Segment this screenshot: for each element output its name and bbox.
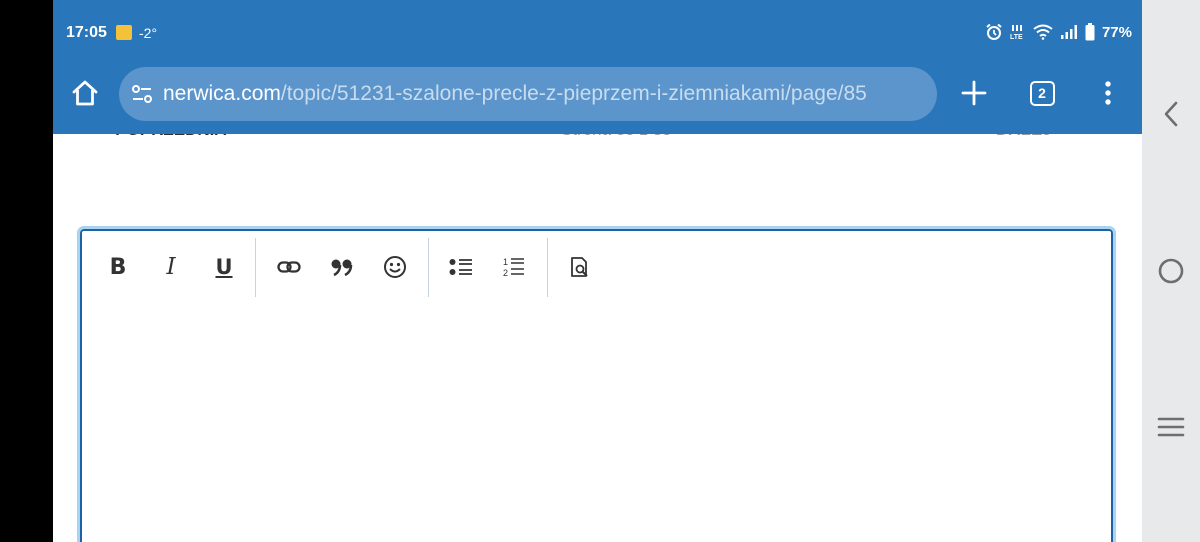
lte-label: LTE xyxy=(1010,34,1023,41)
bullet-list-button[interactable] xyxy=(445,251,477,283)
system-navigation-bar xyxy=(1142,0,1200,542)
battery-percent: 77% xyxy=(1101,23,1132,41)
url-host: nerwica.com xyxy=(163,82,281,105)
home-icon xyxy=(72,80,98,106)
link-button[interactable] xyxy=(273,251,305,283)
home-nav-button[interactable] xyxy=(1142,241,1200,301)
preview-button[interactable] xyxy=(564,251,596,283)
toolbar-row: nerwica.com/topic/51231-szalone-precle-z… xyxy=(53,64,1142,124)
underline-button[interactable]: U xyxy=(208,251,240,283)
link-icon xyxy=(277,261,301,273)
alarm-icon xyxy=(986,23,1002,40)
tab-switcher-button[interactable]: 2 xyxy=(1026,77,1058,109)
browser-chrome: 17:05 -2° LTE 77% nerwica.com/topic/5123… xyxy=(53,0,1142,134)
recents-icon xyxy=(1157,417,1185,437)
status-time: 17:05 xyxy=(66,24,107,41)
address-bar[interactable]: nerwica.com/topic/51231-szalone-precle-z… xyxy=(119,67,937,121)
new-tab-button[interactable] xyxy=(958,77,990,109)
status-indicators: LTE 77% xyxy=(985,23,1132,41)
more-vert-icon xyxy=(1105,81,1111,105)
svg-text:2: 2 xyxy=(503,268,508,278)
toolbar-separator xyxy=(428,238,429,297)
menu-button[interactable] xyxy=(1092,77,1124,109)
home-circle-icon xyxy=(1158,258,1184,284)
site-settings-icon[interactable] xyxy=(131,83,153,105)
back-button[interactable] xyxy=(1142,84,1200,144)
editor-text-area[interactable] xyxy=(82,303,1111,542)
preview-icon xyxy=(571,257,588,277)
reply-editor: B I U 1 2 xyxy=(77,226,1116,542)
quote-icon xyxy=(331,259,353,276)
volte-icon: LTE xyxy=(1010,25,1023,41)
back-icon xyxy=(1164,101,1178,127)
battery-icon xyxy=(1085,23,1095,41)
url-path: /topic/51231-szalone-precle-z-pieprzem-i… xyxy=(280,82,867,105)
numbered-list-button[interactable]: 1 2 xyxy=(498,251,530,283)
tab-count: 2 xyxy=(1029,80,1055,106)
toolbar-separator xyxy=(255,238,256,297)
signal-icon xyxy=(1060,25,1077,39)
recents-button[interactable] xyxy=(1142,397,1200,457)
emoji-button[interactable] xyxy=(379,251,411,283)
left-screen-bezel xyxy=(0,0,53,542)
svg-text:1: 1 xyxy=(503,257,508,267)
smiley-icon xyxy=(384,256,406,278)
status-temperature: -2° xyxy=(139,25,158,41)
page-content: « POPRZEDNIA Strona 85 z 85 DALEJ » B I … xyxy=(53,120,1142,542)
browser-screen: 17:05 -2° LTE 77% nerwica.com/topic/5123… xyxy=(53,0,1142,542)
quote-button[interactable] xyxy=(326,251,358,283)
wifi-icon xyxy=(1033,24,1053,40)
editor-toolbar: B I U 1 2 xyxy=(82,231,1111,303)
home-button[interactable] xyxy=(70,78,100,108)
plus-icon xyxy=(961,80,987,106)
weather-icon xyxy=(116,25,132,40)
numbered-list-icon: 1 2 xyxy=(503,257,524,278)
url-text: nerwica.com/topic/51231-szalone-precle-z… xyxy=(163,82,867,106)
status-bar: 17:05 -2° LTE 77% xyxy=(53,0,1142,64)
bullet-list-icon xyxy=(449,259,472,275)
toolbar-separator xyxy=(547,238,548,297)
bold-button[interactable]: B xyxy=(102,251,134,283)
italic-button[interactable]: I xyxy=(155,251,187,283)
